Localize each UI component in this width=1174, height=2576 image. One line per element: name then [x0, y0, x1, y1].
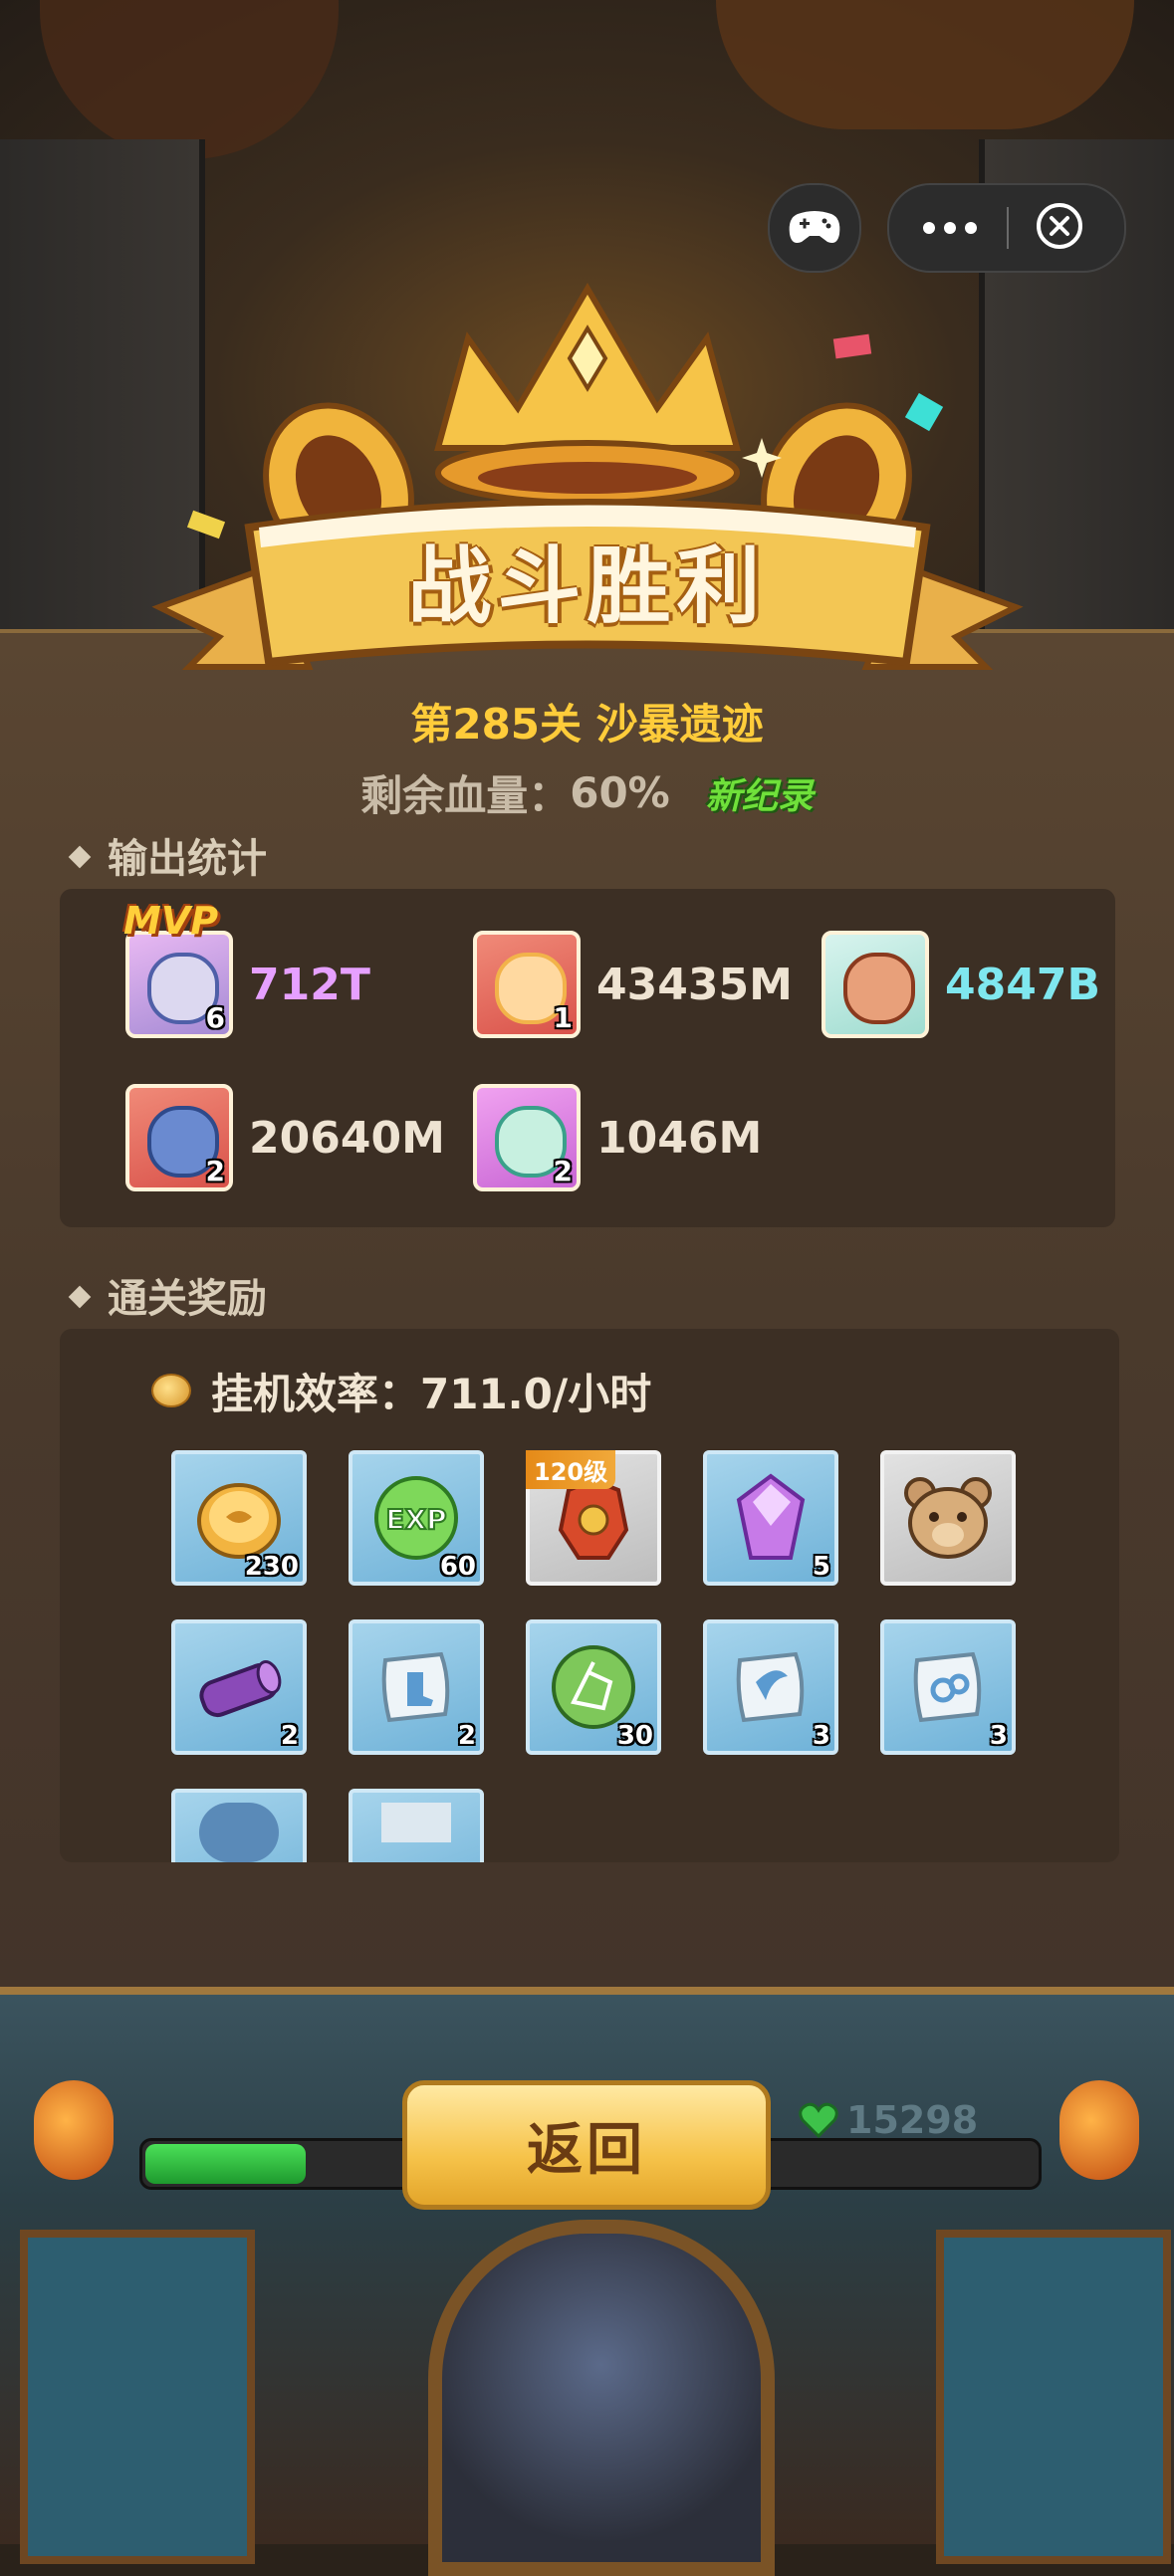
reward-item[interactable]: 230	[171, 1450, 307, 1586]
game-center-button[interactable]	[768, 183, 861, 273]
idle-rate-row: 挂机效率：711.0/小时	[151, 1361, 651, 1420]
item-quantity: 30	[616, 1721, 653, 1751]
hero-damage-entry[interactable]: 4847B	[822, 931, 1100, 1038]
new-record-badge: 新纪录	[705, 775, 814, 817]
reward-item[interactable]	[171, 1789, 307, 1862]
hero-damage-value: 20640M	[249, 1112, 445, 1164]
damage-stats-title: 输出统计	[108, 836, 267, 882]
item-quantity: 5	[812, 1552, 830, 1582]
coin-icon	[151, 1374, 191, 1407]
victory-title: 战斗胜利	[407, 537, 767, 635]
mvp-badge: MVP	[123, 899, 219, 943]
svg-text:EXP: EXP	[385, 1503, 446, 1536]
back-button[interactable]: 返回	[402, 2080, 771, 2210]
gamepad-icon	[789, 211, 840, 243]
bear-mask-icon	[904, 1477, 992, 1559]
team-hp-fill	[145, 2144, 306, 2184]
hero-portrait: 2	[125, 1084, 233, 1191]
reward-item[interactable]: 120级	[526, 1450, 661, 1586]
remaining-hp-row: 剩余血量：60% 新纪录	[0, 762, 1174, 822]
reward-item[interactable]: 2	[349, 1619, 484, 1755]
hero-portrait	[822, 931, 929, 1038]
reward-item[interactable]: 30	[526, 1619, 661, 1755]
hero-damage-value: 712T	[249, 959, 370, 1010]
hero-damage-entry[interactable]: 2 20640M	[125, 1084, 445, 1191]
hero-level: 1	[553, 1001, 573, 1034]
purple-log-icon	[199, 1660, 282, 1718]
reward-item[interactable]: 3	[880, 1619, 1016, 1755]
hero-damage-entry[interactable]: 1 43435M	[473, 931, 793, 1038]
heart-icon	[799, 2102, 838, 2138]
stage-name: 第285关 沙暴遗迹	[410, 700, 764, 749]
king-hero-icon	[843, 953, 915, 1024]
partial-item-icon	[381, 1803, 451, 1842]
purple-crystal-icon	[736, 1473, 806, 1560]
item-quantity: 3	[989, 1721, 1008, 1751]
item-quantity: 2	[280, 1721, 299, 1751]
hero-level: 2	[205, 1155, 225, 1187]
scroll-swirl-icon	[913, 1651, 982, 1723]
hero-portrait: 2	[473, 1084, 581, 1191]
hero-portrait: 1	[473, 931, 581, 1038]
lantern-icon	[34, 2080, 114, 2180]
lantern-icon	[1059, 2080, 1139, 2180]
window-control-capsule	[887, 183, 1126, 273]
floor-panel-right	[936, 2230, 1171, 2564]
constellation-icon	[552, 1645, 635, 1729]
rewards-title: 通关奖励	[108, 1276, 267, 1322]
background-decoration	[716, 0, 1134, 129]
hero-damage-value: 1046M	[596, 1112, 763, 1164]
diamond-icon	[68, 845, 92, 869]
idle-rate-text: 挂机效率：711.0/小时	[211, 1369, 652, 1418]
team-hp-value: 15298	[846, 2098, 979, 2142]
gold-coin-icon	[197, 1483, 281, 1559]
scroll-horn-icon	[736, 1651, 805, 1723]
partial-item-icon	[199, 1803, 279, 1862]
capsule-divider	[1007, 207, 1009, 249]
damage-stats-header: 输出统计	[68, 826, 267, 884]
team-hp-readout: 15298	[799, 2090, 978, 2150]
rewards-header: 通关奖励	[68, 1266, 267, 1324]
floor-panel-left	[20, 2230, 255, 2564]
reward-item[interactable]: EXP 60	[349, 1450, 484, 1586]
item-quantity: 60	[439, 1552, 476, 1582]
reward-item[interactable]: 3	[703, 1619, 838, 1755]
hero-damage-entry[interactable]: 2 1046M	[473, 1084, 762, 1191]
item-quantity: 2	[457, 1721, 476, 1751]
diamond-icon	[68, 1285, 92, 1309]
item-quantity: 230	[244, 1552, 299, 1582]
reward-item[interactable]	[349, 1789, 484, 1862]
scroll-boot-icon	[381, 1651, 450, 1723]
hero-damage-value: 4847B	[945, 959, 1100, 1010]
item-quantity: 3	[812, 1721, 830, 1751]
exp-orb-icon: EXP	[374, 1476, 458, 1560]
reward-item[interactable]	[880, 1450, 1016, 1586]
rewards-panel: 挂机效率：711.0/小时 230 EXP 60 120级 5 2 2 30 3…	[60, 1329, 1119, 1862]
hero-level: 6	[205, 1001, 225, 1034]
hero-damage-entry[interactable]: MVP 6 712T	[123, 899, 370, 1038]
hero-portrait: MVP 6	[123, 899, 233, 1038]
remaining-hp-label: 剩余血量：	[360, 771, 571, 820]
reward-item[interactable]: 2	[171, 1619, 307, 1755]
arena-hero-platform	[428, 2220, 775, 2576]
background-decoration	[40, 0, 339, 159]
more-dots-icon[interactable]	[923, 185, 977, 271]
item-level-tag: 120级	[526, 1450, 616, 1489]
hero-damage-value: 43435M	[596, 959, 793, 1010]
remaining-hp-value: 60%	[570, 768, 670, 817]
close-circle-icon[interactable]	[1035, 201, 1084, 251]
hero-level: 2	[553, 1155, 573, 1187]
reward-item[interactable]: 5	[703, 1450, 838, 1586]
